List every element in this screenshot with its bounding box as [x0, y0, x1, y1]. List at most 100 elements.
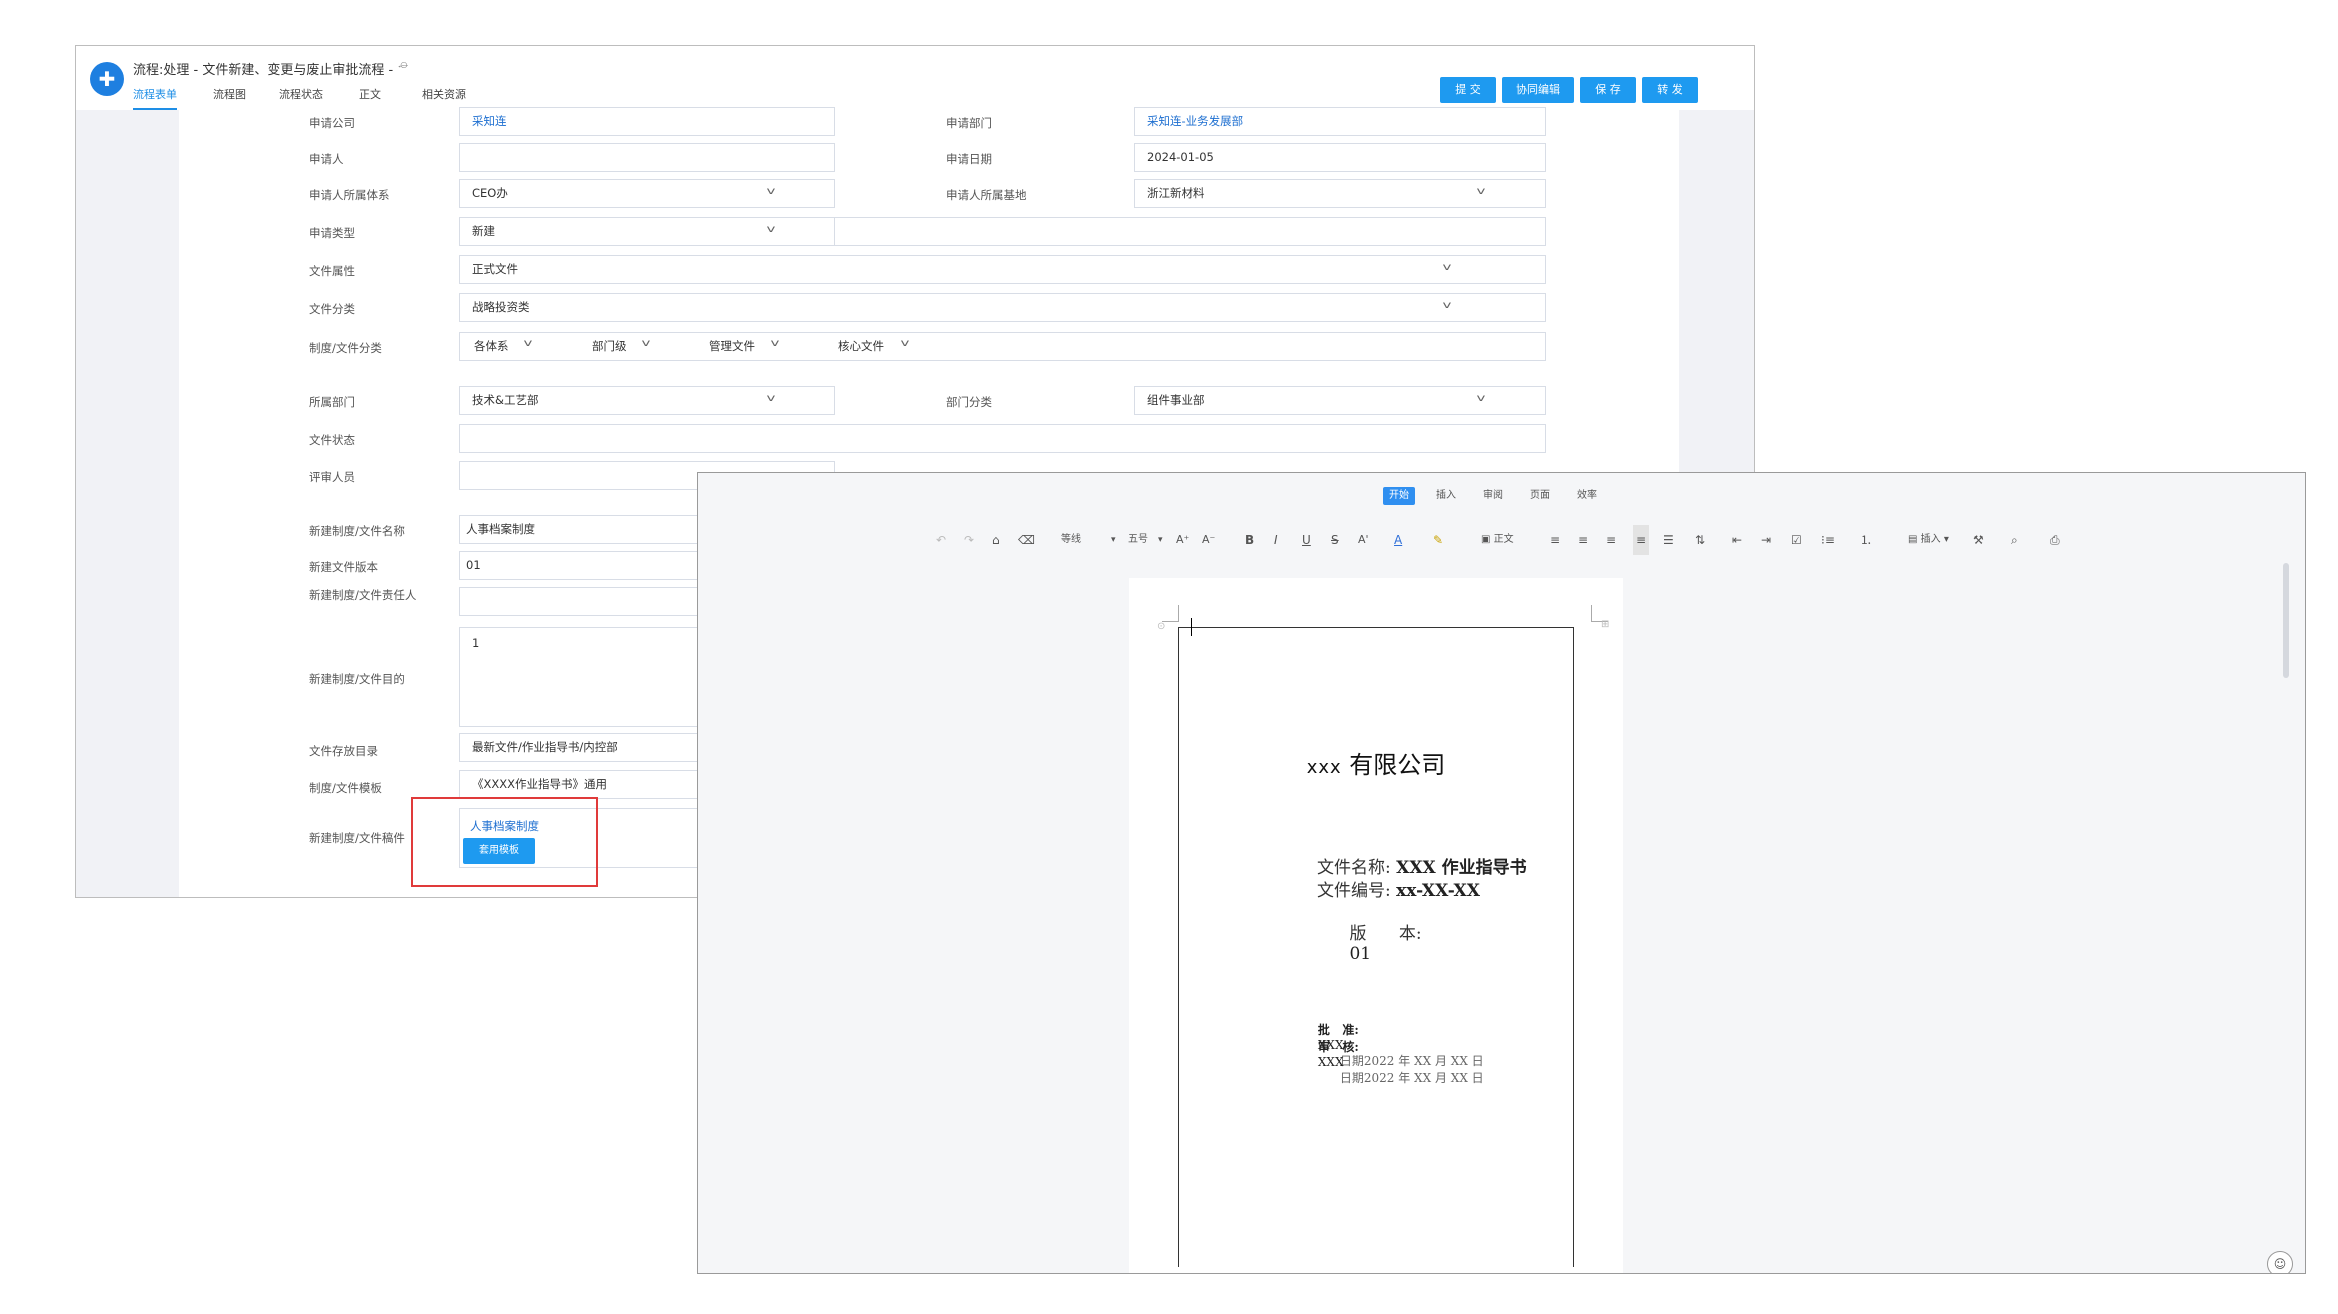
menu-start[interactable]: 开始 [1383, 487, 1415, 505]
save-button[interactable]: 保 存 [1580, 77, 1636, 103]
editor-toolbar: ↶ ↷ ⌂ ⌫ 等线 ▾ 五号 ▾ A⁺ A⁻ B I U S A' A ✎ ▣… [698, 525, 2305, 555]
align-left-icon[interactable]: ≡ [1550, 525, 1560, 555]
version-label: 新建文件版本 [309, 560, 378, 574]
chevron-down-icon: v [523, 338, 533, 349]
tab-form[interactable]: 流程表单 [133, 86, 177, 110]
font-family-select[interactable]: 等线 [1061, 525, 1081, 555]
text-cursor [1191, 618, 1192, 636]
workflow-title: 流程:处理 - 文件新建、变更与废止审批流程 - [133, 63, 394, 78]
document-editor-window: 开始 插入 审阅 页面 效率 ↶ ↷ ⌂ ⌫ 等线 ▾ 五号 ▾ A⁺ A⁻ B… [697, 472, 2306, 1274]
assistant-icon[interactable]: ☺ [2267, 1251, 2293, 1273]
indent-increase-icon[interactable]: ⇥ [1761, 525, 1771, 555]
checkbox-icon[interactable]: ☑ [1791, 525, 1802, 555]
type-extra-field[interactable] [834, 217, 1546, 246]
align-right-icon[interactable]: ≡ [1606, 525, 1616, 555]
responsible-field[interactable] [459, 587, 699, 616]
tab-flowchart[interactable]: 流程图 [213, 86, 246, 110]
attr-label: 文件属性 [309, 264, 355, 278]
name-label: 新建制度/文件名称 [309, 524, 405, 538]
align-center-icon[interactable]: ≡ [1578, 525, 1588, 555]
classify-level4[interactable]: 核心文件 [838, 338, 884, 354]
vertical-scrollbar[interactable] [2283, 563, 2289, 678]
chevron-down-icon: ▾ [1158, 535, 1163, 545]
attr-select[interactable]: 正式文件 [459, 255, 1546, 284]
system-select[interactable]: CEO办 [459, 179, 835, 208]
status-field[interactable] [459, 424, 1546, 453]
name-field[interactable]: 人事档案制度 [459, 515, 699, 544]
classify-label: 制度/文件分类 [309, 341, 382, 355]
document-page[interactable]: ⊙ ⊞ xxx 有限公司 文件名称: XXX 作业指导书 文件编号: xx-XX… [1129, 578, 1623, 1273]
eraser-icon[interactable]: ⌫ [1018, 525, 1035, 555]
company-suffix: 有限公司 [1349, 751, 1446, 779]
type-label: 申请类型 [309, 226, 355, 240]
date-field[interactable]: 2024-01-05 [1134, 143, 1546, 172]
category-label: 文件分类 [309, 302, 355, 316]
menu-insert[interactable]: 插入 [1430, 487, 1462, 505]
paragraph-style-label: 正文 [1493, 534, 1514, 545]
editor-menubar: 开始 插入 审阅 页面 效率 [698, 473, 2305, 505]
indent-decrease-icon[interactable]: ⇤ [1732, 525, 1742, 555]
type-select[interactable]: 新建 [459, 217, 835, 246]
bold-icon[interactable]: B [1245, 525, 1254, 555]
bullet-list-icon[interactable]: ⁝≡ [1821, 525, 1835, 555]
reviewer-label: 评审人员 [309, 470, 355, 484]
format-painter-icon[interactable]: ⌂ [992, 525, 1000, 555]
menu-efficiency[interactable]: 效率 [1571, 487, 1603, 505]
version-value: 01 [1349, 944, 1372, 964]
collab-edit-button[interactable]: 协同编辑 [1502, 77, 1574, 103]
grow-font-icon[interactable]: A⁺ [1176, 525, 1189, 555]
dir-field[interactable]: 最新文件/作业指导书/内控部 [459, 733, 699, 762]
company-prefix: xxx [1306, 757, 1342, 778]
owner-dept-select[interactable]: 技术&工艺部 [459, 386, 835, 415]
review-value: XXX [1317, 1055, 1344, 1069]
underline-icon[interactable]: U [1302, 525, 1311, 555]
submit-button[interactable]: 提 交 [1440, 77, 1496, 103]
classify-level1[interactable]: 各体系 [474, 338, 509, 354]
applicant-field[interactable] [459, 143, 835, 172]
menu-review[interactable]: 审阅 [1477, 487, 1509, 505]
distributed-icon[interactable]: ☰ [1663, 525, 1674, 555]
superscript-icon[interactable]: A' [1358, 525, 1369, 555]
font-color-icon[interactable]: A [1394, 525, 1402, 555]
tab-body[interactable]: 正文 [359, 86, 381, 110]
tab-status[interactable]: 流程状态 [279, 86, 323, 110]
shrink-font-icon[interactable]: A⁻ [1202, 525, 1215, 555]
search-icon[interactable]: ⌕ [2011, 525, 2018, 555]
anchor-icon: ⊞ [1601, 619, 1610, 630]
file-no-label: 文件编号: [1317, 881, 1391, 901]
company-field[interactable]: 采知连 [459, 107, 835, 136]
italic-icon[interactable]: I [1274, 525, 1278, 555]
chevron-down-icon: ▾ [1111, 535, 1116, 545]
undo-icon[interactable]: ↶ [936, 525, 946, 555]
purpose-textarea[interactable]: 1 [459, 627, 699, 727]
paragraph-style-select[interactable]: ▣ 正文 [1481, 525, 1514, 555]
review-line: 审 核: XXX 日期2022 年 XX 月 XX 日 [1295, 1024, 1484, 1100]
classify-level3[interactable]: 管理文件 [709, 338, 755, 354]
font-size-select[interactable]: 五号 [1128, 525, 1148, 555]
line-spacing-icon[interactable]: ⇅ [1695, 525, 1705, 555]
category-select[interactable]: 战略投资类 [459, 293, 1546, 322]
tools-icon[interactable]: ⚒ [1973, 525, 1984, 555]
chevron-down-icon: v [900, 338, 910, 349]
dept-field[interactable]: 采知连-业务发展部 [1134, 107, 1546, 136]
strikethrough-icon[interactable]: S [1331, 525, 1339, 555]
classify-level2[interactable]: 部门级 [592, 338, 627, 354]
tag-icon[interactable]: ⌮ [398, 57, 408, 73]
highlight-icon[interactable]: ✎ [1433, 525, 1443, 555]
align-justify-icon[interactable]: ≡ [1633, 525, 1650, 555]
company-label: 申请公司 [309, 116, 355, 130]
dept-label: 申请部门 [946, 116, 992, 130]
insert-menu[interactable]: ▤ 插入 ▾ [1908, 525, 1949, 555]
forward-button[interactable]: 转 发 [1642, 77, 1698, 103]
print-icon[interactable]: ⎙ [2050, 525, 2060, 555]
file-name-value: XXX 作业指导书 [1396, 858, 1527, 878]
menu-page[interactable]: 页面 [1524, 487, 1556, 505]
applicant-label: 申请人 [309, 152, 344, 166]
version-field[interactable]: 01 [459, 551, 699, 580]
crop-mark [1162, 605, 1179, 622]
dept-class-label: 部门分类 [946, 395, 992, 409]
numbered-list-icon[interactable]: ⒈ [1860, 525, 1872, 555]
template-field[interactable]: 《XXXX作业指导书》通用 [459, 770, 699, 799]
document-company-title: xxx 有限公司 [1129, 745, 1623, 780]
redo-icon[interactable]: ↷ [964, 525, 974, 555]
